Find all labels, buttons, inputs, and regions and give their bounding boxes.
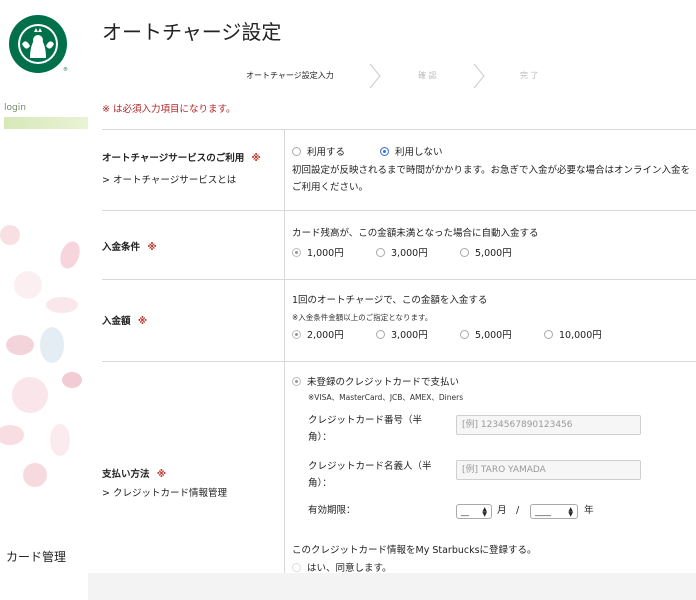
page-title: オートチャージ設定	[102, 20, 282, 44]
service-info-link[interactable]: オートチャージサービスとは	[102, 172, 282, 186]
radio-icon[interactable]	[544, 329, 553, 339]
radio-not-use[interactable]: 利用しない	[380, 144, 443, 158]
month-unit: 月	[497, 505, 507, 516]
cherry-blossom-decoration	[0, 225, 82, 487]
agree-option[interactable]: はい、同意します。	[292, 560, 392, 574]
row-condition: 入金条件 ※ カード残高が、この金額未満となった場合に自動入金する 1,000円…	[102, 210, 696, 280]
radio-icon[interactable]	[460, 247, 469, 257]
login-bar[interactable]	[4, 117, 88, 129]
condition-option-3000[interactable]: 3,000円	[376, 245, 428, 259]
service-label: オートチャージサービスのご利用 ※ オートチャージサービスとは	[102, 150, 282, 186]
card-name-input[interactable]: [例] TARO YAMADA	[456, 460, 641, 480]
chevron-right-icon	[369, 63, 381, 89]
radio-selected-icon[interactable]	[380, 146, 389, 156]
checkbox-icon[interactable]	[292, 562, 301, 572]
step-input: オートチャージ設定入力	[246, 71, 334, 80]
credit-card-info-link[interactable]: クレジットカード情報管理	[102, 485, 282, 499]
row-service: オートチャージサービスのご利用 ※ オートチャージサービスとは 利用する 利用し…	[102, 129, 696, 211]
expiry-label: 有効期限：	[308, 505, 356, 516]
amount-desc: 1回のオートチャージで、この金額を入金する	[292, 295, 488, 306]
card-brands: ※VISA、MasterCard、JCB、AMEX、Diners	[308, 393, 464, 402]
radio-icon[interactable]	[460, 329, 469, 339]
year-unit: 年	[584, 505, 594, 516]
starbucks-logo[interactable]: ®	[8, 14, 68, 74]
required-mark: ※	[147, 242, 157, 253]
radio-icon[interactable]	[376, 329, 385, 339]
required-mark: ※	[251, 153, 261, 164]
amount-label: 入金額 ※	[102, 316, 148, 327]
amount-option-5000[interactable]: 5,000円	[460, 327, 512, 341]
amount-note: ※入金条件金額以上のご指定となります。	[292, 313, 433, 322]
amount-option-10000[interactable]: 10,000円	[544, 327, 602, 341]
step-indicator: オートチャージ設定入力 確 認 完 了	[236, 62, 636, 90]
svg-text:®: ®	[63, 66, 68, 73]
required-mark: ※	[137, 316, 148, 327]
select-arrows-icon: ▲ ▼	[482, 505, 487, 518]
main-content: オートチャージ設定 オートチャージ設定入力 確 認 完 了 ※ は必須入力項目に…	[88, 0, 696, 600]
radio-icon[interactable]	[292, 329, 301, 339]
card-management-link[interactable]: カード管理	[6, 548, 66, 565]
radio-use[interactable]: 利用する	[292, 144, 345, 158]
step-confirm: 確 認	[418, 71, 437, 80]
select-arrows-icon: ▲ ▼	[568, 505, 573, 518]
step-complete: 完 了	[520, 71, 539, 80]
bottom-bar	[88, 573, 696, 600]
radio-icon[interactable]	[292, 146, 301, 156]
required-note: ※ は必須入力項目になります。	[102, 104, 236, 115]
payment-label: 支払い方法 ※ クレジットカード情報管理	[102, 466, 282, 499]
condition-label: 入金条件 ※	[102, 242, 157, 253]
row-amount: 入金額 ※ 1回のオートチャージで、この金額を入金する ※入金条件金額以上のご指…	[102, 279, 696, 362]
radio-icon[interactable]	[292, 247, 301, 257]
condition-option-5000[interactable]: 5,000円	[460, 245, 512, 259]
payment-option-unregistered-card[interactable]: 未登録のクレジットカードで支払い	[292, 374, 459, 388]
radio-icon[interactable]	[376, 247, 385, 257]
card-number-label: クレジットカード番号（半角）：	[308, 415, 423, 443]
expiry-month-select[interactable]: __ ▲ ▼	[456, 504, 492, 519]
service-note: 初回設定が反映されるまで時間がかかります。お急ぎで入金が必要な場合はオンライン入…	[292, 165, 691, 193]
sidebar: ® login カード管理	[0, 0, 88, 600]
amount-option-2000[interactable]: 2,000円	[292, 327, 344, 341]
condition-option-1000[interactable]: 1,000円	[292, 245, 344, 259]
required-mark: ※	[156, 469, 167, 480]
register-card-text: このクレジットカード情報をMy Starbucksに登録する。	[292, 545, 537, 556]
card-name-label: クレジットカード名義人（半角）：	[308, 461, 432, 489]
expiry-separator: /	[516, 505, 520, 516]
condition-desc: カード残高が、この金額未満となった場合に自動入金する	[292, 228, 539, 239]
chevron-right-icon	[473, 63, 485, 89]
row-payment: 支払い方法 ※ クレジットカード情報管理 未登録のクレジットカードで支払い ※V…	[102, 361, 696, 577]
card-number-input[interactable]: [例] 1234567890123456	[456, 415, 641, 435]
radio-icon[interactable]	[292, 376, 301, 386]
amount-option-3000[interactable]: 3,000円	[376, 327, 428, 341]
login-link[interactable]: login	[4, 103, 26, 113]
expiry-year-select[interactable]: ____ ▲ ▼	[530, 504, 578, 519]
